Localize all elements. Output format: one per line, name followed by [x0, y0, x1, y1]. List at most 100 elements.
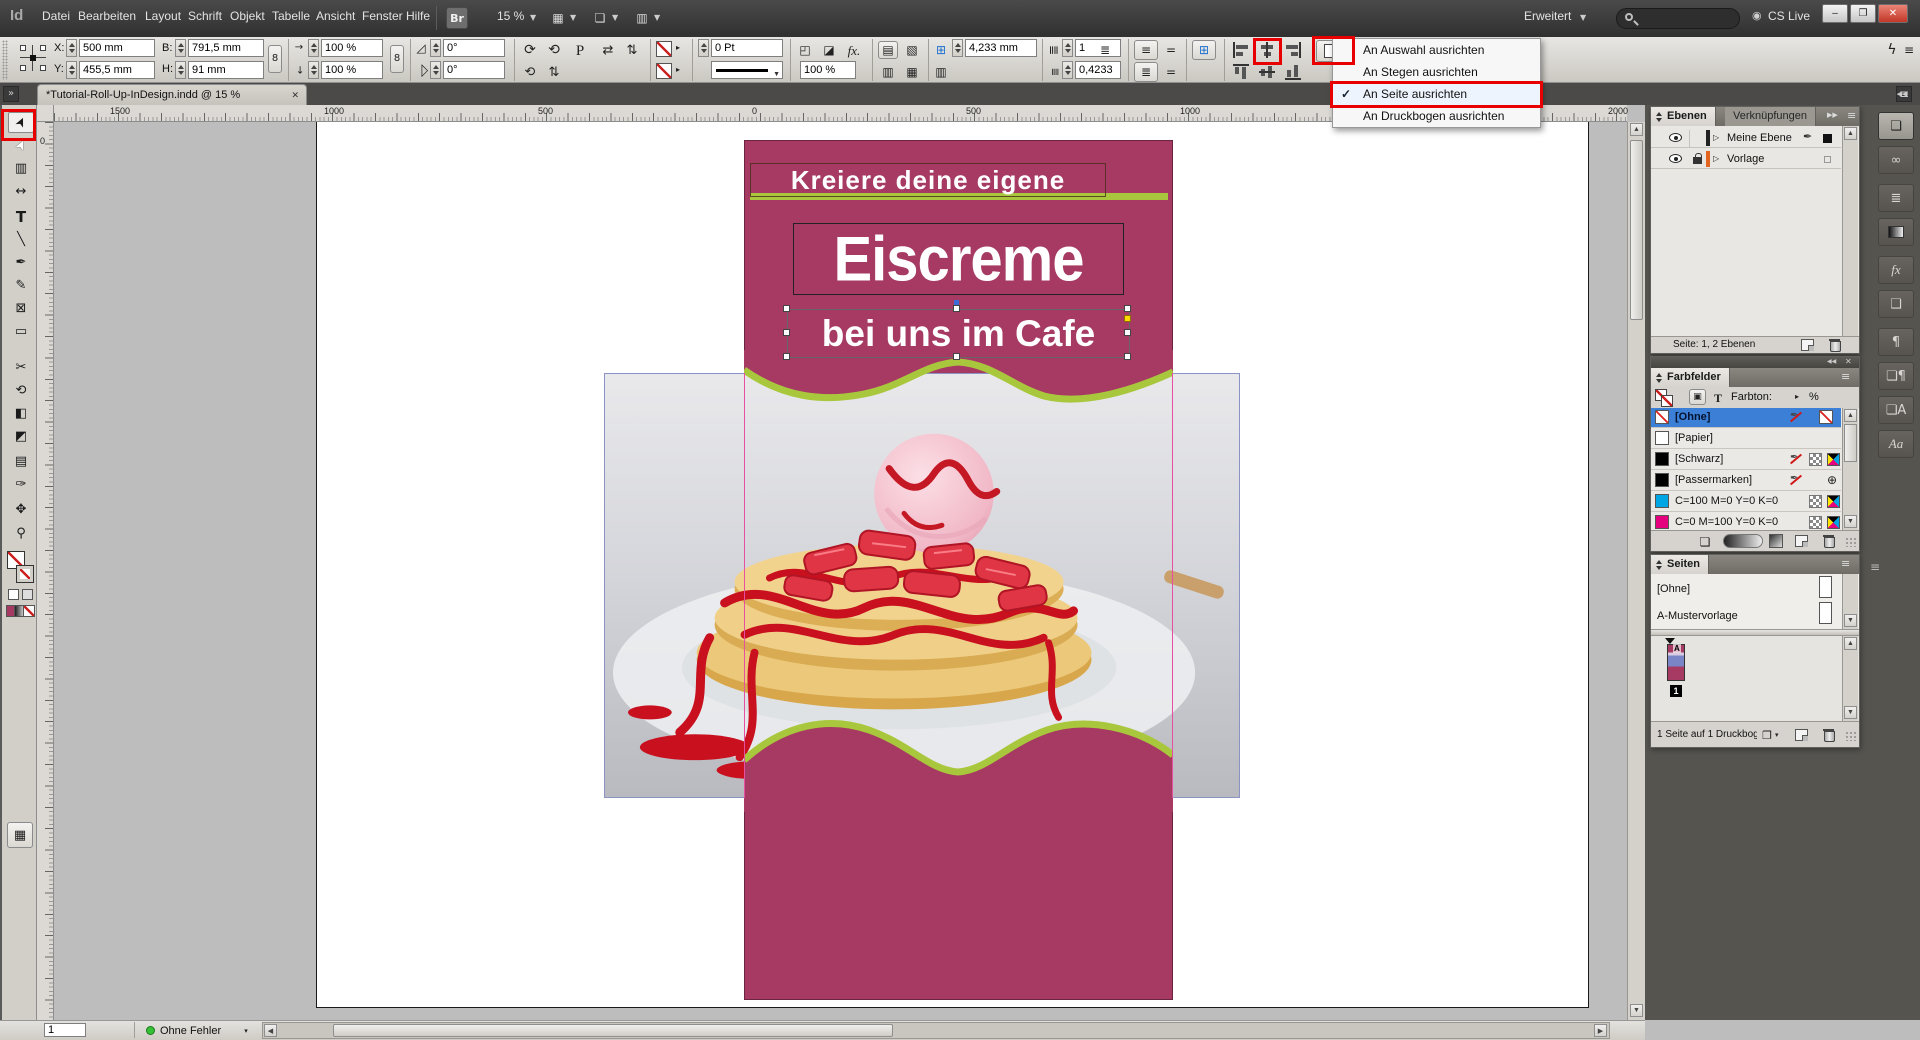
view-options-arrow-icon[interactable]: ▼ [570, 14, 576, 22]
selection-handle[interactable] [783, 305, 790, 312]
ruler-origin-box[interactable] [37, 105, 54, 122]
pencil-tool[interactable]: ✎ [8, 275, 34, 296]
selection-handle[interactable] [953, 305, 960, 312]
delete-page-button[interactable] [1823, 728, 1834, 740]
dock-collapse-icon[interactable]: ◀◀ [1890, 87, 1914, 101]
panel-resize-grip[interactable] [1845, 731, 1857, 741]
zoom-level-value[interactable]: 15 % [497, 9, 524, 23]
selection-handle[interactable] [783, 329, 790, 336]
layer-expand-icon[interactable]: ▷ [1713, 134, 1719, 142]
gradient-swatch-icon[interactable] [1769, 534, 1783, 548]
formatting-container-button[interactable] [8, 589, 19, 600]
anchor-point[interactable] [954, 300, 959, 305]
swatch-row-papier[interactable]: [Papier] [1651, 429, 1841, 449]
distribute-top-button[interactable] [1233, 63, 1249, 81]
layer-lock-icon[interactable] [1693, 157, 1702, 164]
height-stepper[interactable] [175, 61, 186, 79]
flip-vertical-button[interactable]: ⇅ [622, 41, 642, 59]
height-field[interactable]: 91 mm [188, 61, 264, 79]
layer-row-vorlage[interactable]: ▷ Vorlage [1651, 149, 1841, 169]
preflight-menu-arrow-icon[interactable]: ▾ [238, 1026, 254, 1036]
object-styles-panel-icon[interactable]: ❑ [1878, 290, 1914, 318]
tint-arrow-icon[interactable]: ▸ [1795, 393, 1799, 401]
screen-mode-icon[interactable]: ❏ [590, 9, 610, 27]
opacity-field[interactable]: 100 % [800, 61, 856, 79]
links-panel-icon[interactable]: ∞ [1878, 146, 1914, 174]
workspace-arrow-icon[interactable]: ▼ [1580, 14, 1586, 22]
align-horizontal-center-button[interactable] [1258, 42, 1276, 58]
delete-swatch-button[interactable] [1823, 534, 1834, 546]
fill-color-swatch[interactable] [656, 63, 672, 79]
gradient-swatch-tool[interactable]: ◧ [8, 403, 34, 424]
spread-arrow-icon[interactable]: ▾ [1775, 732, 1779, 739]
swatch-row-cyan[interactable]: C=100 M=0 Y=0 K=0 [1651, 492, 1841, 512]
master-none-item[interactable]: [Ohne] [1657, 583, 1690, 595]
layers-scrollbar[interactable]: ▲ [1842, 126, 1858, 336]
swatch-views-icon[interactable]: ❏ [1697, 535, 1713, 549]
arrange-documents-arrow-icon[interactable]: ▼ [654, 14, 660, 22]
new-layer-button[interactable] [1801, 339, 1814, 351]
inset-stepper[interactable] [952, 39, 963, 57]
window-minimize-button[interactable]: – [1822, 4, 1848, 23]
stroke-color-swatch[interactable] [656, 41, 672, 57]
scroll-down-icon[interactable]: ▼ [1844, 614, 1857, 627]
align-right-button[interactable] [1284, 42, 1302, 58]
page-number-field[interactable]: 1 [44, 1023, 86, 1037]
delete-layer-button[interactable] [1829, 338, 1840, 350]
gutter-field[interactable]: 0,4233 [1075, 61, 1121, 79]
tab-verknuepfungen[interactable]: Verknüpfungen [1725, 107, 1816, 126]
bridge-button[interactable]: Br [446, 7, 468, 29]
panel-expand-icon[interactable]: ▶▶ [1827, 112, 1838, 119]
menu-schrift[interactable]: Schrift [188, 9, 222, 23]
page-tool[interactable]: ▥ [8, 158, 34, 179]
paragraph-styles-panel-icon[interactable]: ❏¶ [1878, 362, 1914, 390]
flip-horizontal-button[interactable]: ⇄ [598, 41, 618, 59]
swatch-row-passermarken[interactable]: [Passermarken] ⊕ [1651, 471, 1841, 491]
rotate-180-button[interactable]: ⟳ [520, 63, 540, 81]
layers-panel-menu-icon[interactable]: ≡ [1847, 110, 1856, 121]
wrap-none-button[interactable]: ▤ [878, 41, 898, 59]
scale-x-field[interactable]: 100 % [321, 39, 383, 57]
columns-stepper[interactable] [1062, 39, 1073, 57]
flip-both-button[interactable]: ⇅ [544, 63, 564, 81]
constrain-proportions-icon[interactable]: 8 [268, 45, 282, 73]
effects-icon[interactable]: fx. [844, 41, 864, 59]
wrap-object-button[interactable]: ▥ [878, 63, 898, 81]
pages-scrollbar[interactable]: ▲ ▼ [1842, 636, 1858, 721]
rotate-cw-button[interactable]: ⟳ [520, 41, 540, 59]
pages-panel-divider[interactable] [1651, 629, 1859, 636]
character-styles-panel-icon[interactable]: ❏A [1878, 396, 1914, 424]
constrain-scale-icon[interactable]: 8 [390, 45, 404, 73]
document-tab[interactable]: *Tutorial-Roll-Up-InDesign.indd @ 15 % ✕ [37, 84, 307, 105]
dock-resize-grip[interactable]: ≡ [1868, 560, 1882, 574]
swatch-row-ohne[interactable]: [Ohne] [1651, 408, 1841, 428]
selection-tool[interactable]: ➤ [8, 112, 34, 133]
stroke-panel-icon[interactable]: ≣ [1878, 184, 1914, 212]
gutter-stepper[interactable] [1062, 61, 1073, 79]
formatting-text-icon[interactable]: T [1711, 390, 1725, 405]
scrollbar-thumb[interactable] [1844, 424, 1857, 462]
search-input[interactable] [1616, 8, 1740, 29]
scale-x-stepper[interactable] [308, 39, 319, 57]
gradient-panel-icon[interactable] [1878, 218, 1914, 246]
wrap-bounding-button[interactable]: ▧ [902, 41, 922, 59]
gradient-toggle-button[interactable] [1723, 534, 1763, 548]
y-field[interactable]: 455,5 mm [79, 61, 155, 79]
menu-item-an-druckbogen[interactable]: An Druckbogen ausrichten [1333, 105, 1540, 127]
vertical-ruler[interactable]: 0 [37, 122, 54, 1020]
layer-visibility-icon[interactable] [1669, 133, 1682, 142]
scroll-up-icon[interactable]: ▲ [1844, 127, 1857, 140]
rotate-ccw-button[interactable]: ⟲ [544, 41, 564, 59]
fitting-button[interactable]: ⊞ [1192, 40, 1216, 60]
control-panel-menu-icon[interactable]: ≡ [1902, 41, 1916, 59]
scale-y-field[interactable]: 100 % [321, 61, 383, 79]
type-tool[interactable]: T [8, 206, 34, 227]
distribute-center-button[interactable] [1259, 63, 1275, 81]
drop-shadow-icon[interactable]: ◪ [820, 41, 838, 59]
formatting-text-button[interactable] [22, 589, 33, 600]
selection-handle[interactable] [1124, 353, 1131, 360]
layer-name[interactable]: Meine Ebene [1727, 132, 1792, 144]
selection-handle[interactable] [783, 353, 790, 360]
page-1-thumbnail[interactable]: A [1667, 644, 1685, 681]
effects-panel-icon[interactable]: fx [1878, 256, 1914, 284]
